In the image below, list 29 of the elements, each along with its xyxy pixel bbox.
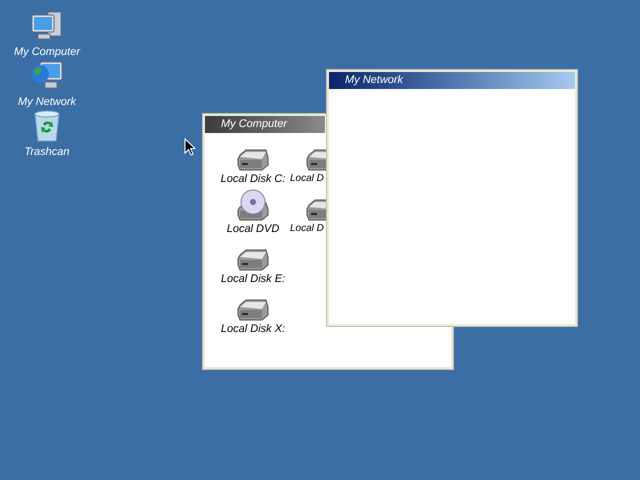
hard-drive-icon xyxy=(236,149,270,171)
desktop-icon-label: My Network xyxy=(18,97,76,108)
dvd-drive-icon xyxy=(236,189,270,221)
recycle-bin-icon xyxy=(33,110,61,142)
drive-label: Local D xyxy=(290,174,324,184)
hard-drive-icon xyxy=(305,199,326,221)
drive-item[interactable]: Local Disk E: xyxy=(220,239,286,289)
desktop-icon-label: Trashcan xyxy=(24,147,70,158)
desktop-shortcut[interactable]: Trashcan xyxy=(5,110,89,160)
drive-label: Local DVD xyxy=(226,224,280,235)
hard-drive-icon xyxy=(236,299,270,321)
drive-item[interactable]: Local DVD xyxy=(220,189,286,239)
desktop-shortcut[interactable]: My Computer xyxy=(5,10,89,60)
window-title: My Computer xyxy=(221,119,288,130)
window-title-bar[interactable]: My Network xyxy=(329,72,575,89)
window-title-bar[interactable]: My Computer xyxy=(205,116,325,133)
drive-item[interactable]: Local Disk X: xyxy=(220,289,286,339)
drive-label: Local D xyxy=(290,224,324,234)
drive-label: Local Disk X: xyxy=(220,324,286,335)
window-title: My Network xyxy=(345,75,404,86)
hard-drive-icon xyxy=(236,249,270,271)
mouse-pointer-icon xyxy=(184,138,196,156)
drive-label: Local Disk E: xyxy=(220,274,286,285)
hard-drive-icon xyxy=(305,149,326,171)
drive-label: Local Disk C: xyxy=(220,174,286,185)
desktop-icon-label: My Computer xyxy=(14,47,80,58)
computer-icon xyxy=(30,10,64,42)
drive-item[interactable]: Local Disk C: xyxy=(220,139,286,189)
desktop-shortcut[interactable]: My Network xyxy=(5,60,89,110)
